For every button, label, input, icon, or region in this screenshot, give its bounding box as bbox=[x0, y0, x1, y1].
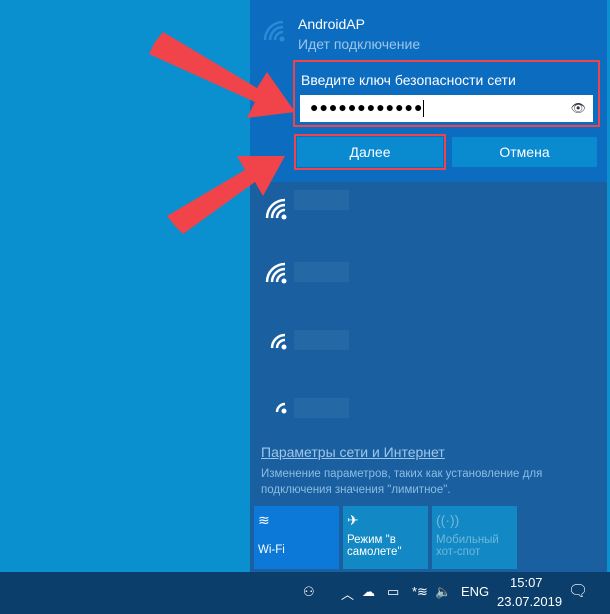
tile-label: Wi-Fi bbox=[258, 544, 285, 556]
tile-label: Мобильный хот-спот bbox=[436, 534, 499, 558]
wifi-icon[interactable] bbox=[264, 262, 290, 284]
battery-icon[interactable]: ▭ bbox=[387, 584, 399, 600]
annotation-arrows bbox=[149, 32, 295, 234]
tile-label: Режим "в самолете" bbox=[347, 534, 402, 558]
network-icon[interactable]: *≋ bbox=[412, 584, 428, 600]
reveal-password-icon[interactable]: 👁 bbox=[571, 101, 587, 115]
action-center-icon[interactable]: 🗨 bbox=[568, 581, 588, 601]
clock-time[interactable]: 15:07 bbox=[510, 575, 543, 590]
taskbar: ⚇ ︿ ☁ ▭ *≋ 🔈 ENG 15:07 23.07.2019 🗨 bbox=[0, 572, 610, 614]
mobile-hotspot-tile[interactable]: ((·)) Мобильный хот-спот bbox=[432, 506, 517, 569]
settings-description: Изменение параметров, таких как установл… bbox=[261, 468, 543, 496]
security-key-box: Введите ключ безопасности сети ●●●●●●●●●… bbox=[293, 60, 600, 127]
people-icon[interactable]: ⚇ bbox=[303, 584, 315, 600]
show-hidden-icons-chevron-icon[interactable]: ︿ bbox=[341, 584, 354, 603]
wifi-icon[interactable] bbox=[264, 328, 290, 350]
airplane-icon: ✈ bbox=[347, 512, 359, 528]
hotspot-icon: ((·)) bbox=[436, 512, 460, 528]
clock-date[interactable]: 23.07.2019 bbox=[497, 594, 562, 609]
language-indicator[interactable]: ENG bbox=[461, 584, 489, 599]
volume-icon[interactable]: 🔈 bbox=[435, 584, 451, 600]
next-button[interactable]: Далее bbox=[294, 134, 446, 170]
security-key-input[interactable]: ●●●●●●●●●●●● 👁 bbox=[300, 95, 593, 122]
network-status: Идет подключение bbox=[298, 36, 421, 52]
password-dots: ●●●●●●●●●●●● bbox=[310, 99, 424, 115]
cancel-button[interactable]: Отмена bbox=[452, 137, 597, 167]
onedrive-icon[interactable]: ☁ bbox=[362, 584, 375, 600]
security-key-label: Введите ключ безопасности сети bbox=[301, 72, 516, 88]
wifi-icon: ≋ bbox=[258, 512, 270, 528]
wifi-icon[interactable] bbox=[264, 392, 290, 414]
airplane-mode-tile[interactable]: ✈ Режим "в самолете" bbox=[343, 506, 428, 569]
wifi-tile[interactable]: ≋ Wi-Fi bbox=[254, 506, 339, 569]
network-name: AndroidAP bbox=[298, 16, 365, 32]
network-settings-link[interactable]: Параметры сети и Интернет bbox=[261, 444, 445, 460]
